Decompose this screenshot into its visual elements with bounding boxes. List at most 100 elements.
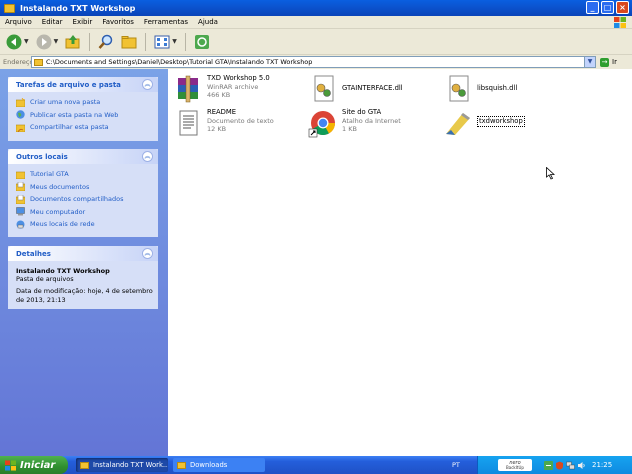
back-arrow-icon: [6, 34, 22, 49]
menu-ajuda[interactable]: Ajuda: [193, 18, 223, 26]
sync-tray-icon[interactable]: [544, 460, 553, 470]
window-controls: _ □ ×: [586, 1, 629, 14]
title-bar[interactable]: Instalando TXT Workshop _ □ ×: [0, 0, 632, 16]
file-name: txdworkshop: [477, 116, 525, 127]
details-modified-date: Data de modificação: hoje, 4 de setembro: [16, 287, 153, 295]
address-dropdown-icon[interactable]: ▼: [584, 57, 595, 67]
place-shared-documents[interactable]: Documentos compartilhados: [16, 193, 150, 206]
file-item-gtainterface-dll[interactable]: GTAINTERFACE.dll: [308, 74, 403, 104]
panel-title: Tarefas de arquivo e pasta: [16, 80, 121, 89]
language-indicator[interactable]: PT: [452, 461, 460, 469]
other-places-header[interactable]: Outros locais ︽: [8, 149, 158, 164]
collapse-icon[interactable]: ︽: [142, 79, 153, 90]
place-my-documents[interactable]: Meus documentos: [16, 181, 150, 194]
menu-exibir[interactable]: Exibir: [68, 18, 98, 26]
up-folder-icon: [65, 34, 80, 48]
menu-bar: Arquivo Editar Exibir Favoritos Ferramen…: [0, 16, 632, 29]
file-item-txdworkshop[interactable]: txdworkshop: [443, 108, 525, 138]
panel-title: Outros locais: [16, 152, 68, 161]
network-tray-icon[interactable]: [566, 461, 575, 470]
window-title: Instalando TXT Workshop: [20, 3, 136, 13]
menu-ferramentas[interactable]: Ferramentas: [139, 18, 193, 26]
details-modified-time: de 2013, 21:13: [16, 296, 66, 304]
folder-icon: [4, 3, 15, 13]
toolbar-separator: [145, 32, 147, 51]
new-folder-icon: [16, 97, 25, 107]
task-new-folder[interactable]: Criar uma nova pasta: [16, 96, 150, 109]
file-list[interactable]: TXD Workshop 5.0 WinRAR archive 466 KB G…: [168, 69, 632, 456]
network-icon: [16, 220, 25, 229]
sync-button[interactable]: [192, 32, 212, 52]
taskbar-button-instalando[interactable]: Instalando TXT Work...: [76, 458, 168, 472]
shared-documents-icon: [16, 194, 25, 204]
file-size: 12 KB: [207, 125, 227, 133]
task-publish-web[interactable]: Publicar esta pasta na Web: [16, 109, 150, 122]
forward-dropdown-icon[interactable]: ▼: [54, 38, 59, 45]
go-button[interactable]: → Ir: [600, 57, 617, 67]
address-input[interactable]: C:\Documents and Settings\Daniel\Desktop…: [31, 56, 596, 68]
details-folder-type: Pasta de arquivos: [16, 275, 74, 283]
clock[interactable]: 21:25: [592, 461, 612, 469]
menu-favoritos[interactable]: Favoritos: [97, 18, 139, 26]
file-name: README: [207, 108, 237, 116]
globe-icon: [16, 110, 25, 119]
folders-button[interactable]: [119, 32, 139, 52]
place-my-computer[interactable]: Meu computador: [16, 206, 150, 219]
my-documents-icon: [16, 182, 25, 192]
folders-icon: [121, 35, 137, 48]
windows-logo-icon: [5, 459, 16, 471]
panel-title: Detalhes: [16, 249, 51, 258]
system-tray: PT nero BackItUp 21:25: [452, 456, 632, 474]
start-label: Iniciar: [20, 459, 56, 471]
search-button[interactable]: [96, 32, 116, 52]
views-dropdown-icon[interactable]: ▼: [172, 38, 177, 45]
windows-logo-icon: [614, 17, 626, 28]
collapse-icon[interactable]: ︽: [142, 151, 153, 162]
up-folder-button[interactable]: [63, 32, 83, 52]
folder-icon: [80, 461, 89, 469]
views-button[interactable]: [152, 32, 172, 52]
folder-icon: [16, 171, 25, 179]
minimize-button[interactable]: _: [586, 1, 599, 14]
dll-icon: [314, 75, 334, 102]
file-size: 466 KB: [207, 91, 231, 99]
back-button[interactable]: [4, 32, 24, 52]
file-folder-tasks-header[interactable]: Tarefas de arquivo e pasta ︽: [8, 77, 158, 92]
close-button[interactable]: ×: [616, 1, 629, 14]
text-document-icon: [179, 110, 198, 136]
file-item-site-do-gta[interactable]: Site do GTA Atalho da Internet 1 KB: [308, 108, 401, 138]
toolbar: ▼ ▼ ▼: [0, 29, 632, 55]
place-network[interactable]: Meus locais de rede: [16, 218, 150, 231]
go-arrow-icon: →: [600, 57, 609, 67]
start-button[interactable]: Iniciar: [0, 456, 68, 474]
address-label: Endereço: [3, 58, 34, 66]
file-name: libsquish.dll: [477, 84, 518, 92]
task-share-folder[interactable]: Compartilhar esta pasta: [16, 121, 150, 134]
file-item-readme[interactable]: README Documento de texto 12 KB: [173, 108, 274, 138]
details-header[interactable]: Detalhes ︽: [8, 246, 158, 261]
taskbar-button-downloads[interactable]: Downloads: [173, 458, 265, 472]
other-places-panel: Outros locais ︽ Tutorial GTA Meus docume…: [8, 149, 158, 237]
file-item-txd-workshop-rar[interactable]: TXD Workshop 5.0 WinRAR archive 466 KB: [173, 74, 270, 104]
search-icon: [98, 34, 113, 49]
file-folder-tasks-panel: Tarefas de arquivo e pasta ︽ Criar uma n…: [8, 77, 158, 141]
views-icon: [154, 35, 170, 48]
menu-arquivo[interactable]: Arquivo: [0, 18, 37, 26]
chrome-shortcut-icon: [308, 111, 335, 138]
file-type: Atalho da Internet: [342, 116, 401, 125]
task-pane: Tarefas de arquivo e pasta ︽ Criar uma n…: [0, 69, 168, 456]
txdworkshop-app-icon: [446, 113, 470, 135]
winrar-icon: [178, 75, 198, 103]
file-item-libsquish-dll[interactable]: libsquish.dll: [443, 74, 517, 104]
forward-arrow-icon: [36, 34, 52, 49]
back-dropdown-icon[interactable]: ▼: [24, 38, 29, 45]
maximize-button[interactable]: □: [601, 1, 614, 14]
volume-icon[interactable]: [577, 461, 586, 470]
menu-editar[interactable]: Editar: [37, 18, 68, 26]
security-shield-icon[interactable]: [555, 461, 564, 470]
nero-backitup-tray[interactable]: nero BackItUp: [498, 459, 532, 471]
file-name: Site do GTA: [342, 108, 382, 116]
place-tutorial-gta[interactable]: Tutorial GTA: [16, 168, 150, 181]
forward-button[interactable]: [34, 32, 54, 52]
collapse-icon[interactable]: ︽: [142, 248, 153, 259]
